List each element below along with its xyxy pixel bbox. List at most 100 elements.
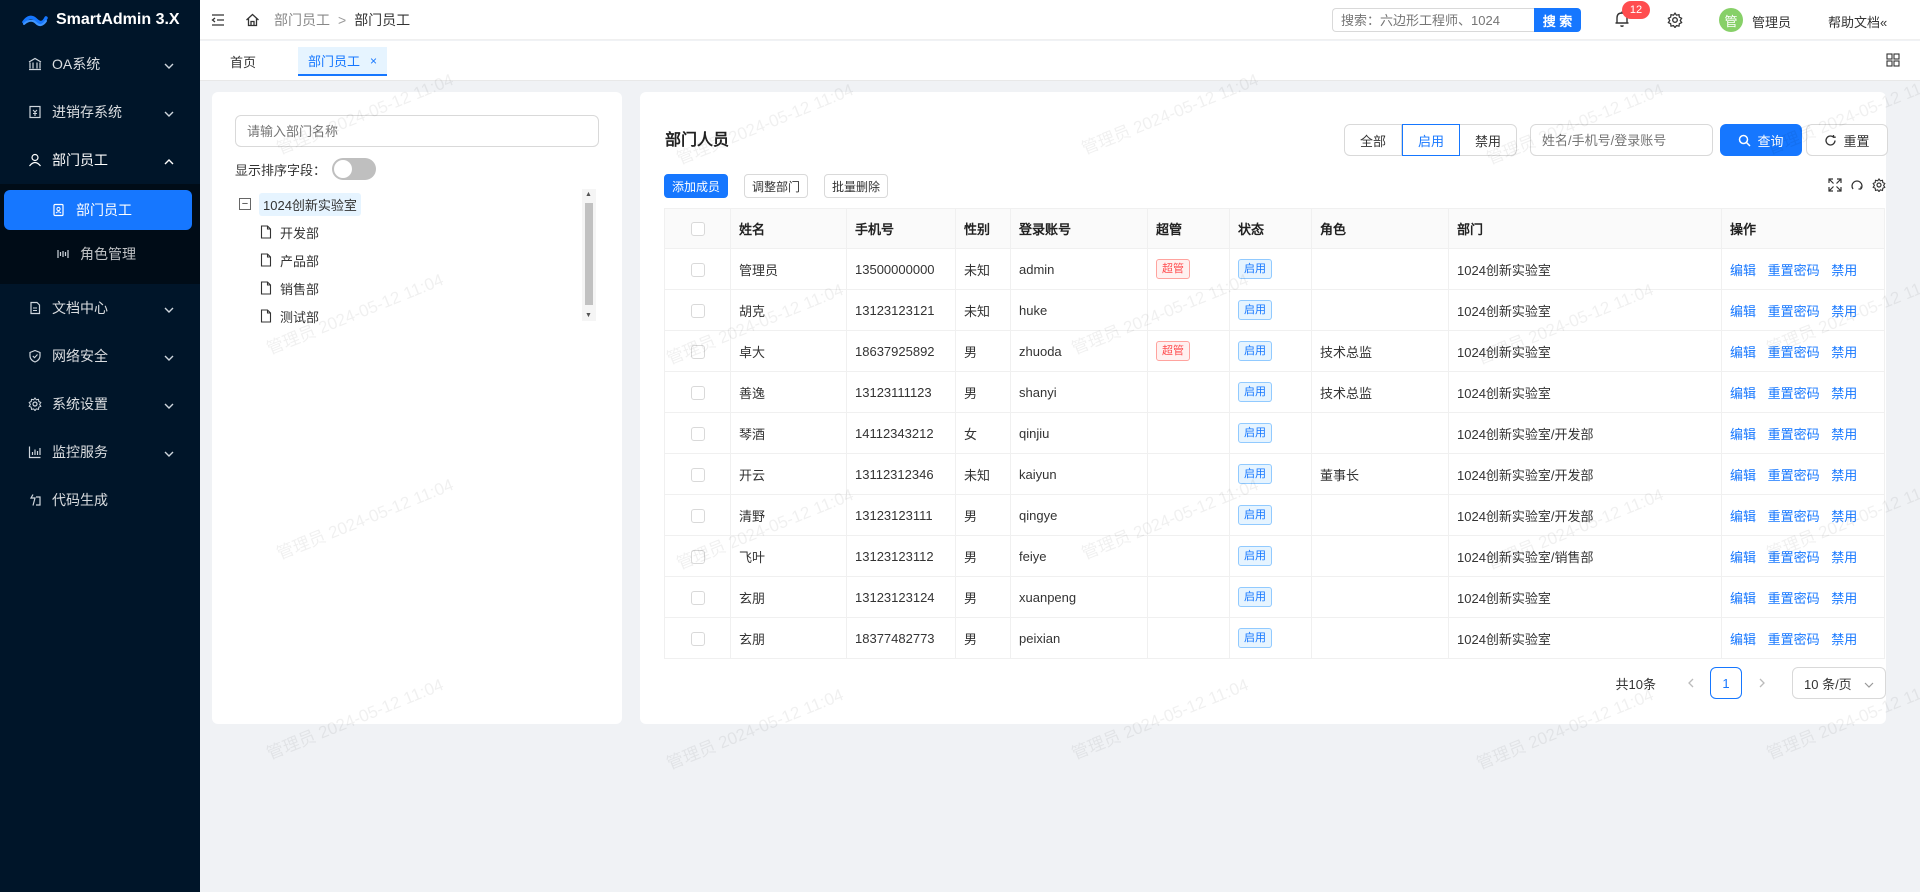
reload-icon[interactable] [1850, 178, 1864, 195]
edit-link[interactable]: 编辑 [1730, 550, 1756, 565]
scroll-up-icon[interactable]: ▲ [585, 191, 592, 198]
reset-password-link[interactable]: 重置密码 [1768, 509, 1820, 524]
disable-link[interactable]: 禁用 [1831, 427, 1857, 442]
edit-link[interactable]: 编辑 [1730, 591, 1756, 606]
disable-link[interactable]: 禁用 [1831, 263, 1857, 278]
edit-link[interactable]: 编辑 [1730, 345, 1756, 360]
reset-password-link[interactable]: 重置密码 [1768, 591, 1820, 606]
filter-all[interactable]: 全部 [1344, 124, 1403, 156]
row-checkbox[interactable] [690, 262, 705, 277]
cell-gender: 男 [955, 576, 1011, 618]
sidebar-item-monitor[interactable]: 监控服务 [0, 428, 200, 476]
filter-disabled[interactable]: 禁用 [1460, 124, 1518, 156]
reset-password-link[interactable]: 重置密码 [1768, 263, 1820, 278]
row-checkbox[interactable] [690, 303, 705, 318]
chevron-right-icon[interactable] [1750, 671, 1774, 695]
menu-fold-icon[interactable] [210, 12, 226, 28]
gear-icon[interactable] [1667, 12, 1683, 31]
select-all-checkbox[interactable] [690, 222, 705, 237]
sidebar-item-inventory[interactable]: 进销存系统 [0, 88, 200, 136]
setting-icon[interactable] [1872, 178, 1886, 195]
edit-link[interactable]: 编辑 [1730, 468, 1756, 483]
row-checkbox[interactable] [690, 344, 705, 359]
help-docs-link[interactable]: 帮助文档« [1828, 12, 1887, 31]
add-member-button[interactable]: 添加成员 [664, 174, 729, 198]
scroll-down-icon[interactable]: ▼ [585, 312, 592, 319]
row-checkbox[interactable] [690, 508, 705, 523]
sort-field-toggle[interactable] [332, 158, 377, 180]
reset-password-link[interactable]: 重置密码 [1768, 468, 1820, 483]
disable-link[interactable]: 禁用 [1831, 550, 1857, 565]
file-icon [260, 281, 272, 295]
tree-scrollbar[interactable]: ▲ ▼ [582, 189, 596, 321]
reset-password-link[interactable]: 重置密码 [1768, 427, 1820, 442]
query-button[interactable]: 查询 [1720, 124, 1802, 156]
close-icon[interactable]: × [370, 54, 377, 68]
row-checkbox[interactable] [690, 631, 705, 646]
adjust-dept-button[interactable]: 调整部门 [744, 174, 809, 198]
row-checkbox[interactable] [690, 467, 705, 482]
global-search-input[interactable] [1332, 8, 1534, 32]
sidebar-item-settings[interactable]: 系统设置 [0, 380, 200, 428]
safety-icon [28, 349, 42, 363]
sidebar-subitem-dept-staff[interactable]: 部门员工 [4, 190, 192, 230]
app-logo[interactable]: SmartAdmin 3.X [0, 0, 200, 40]
row-checkbox[interactable] [690, 385, 705, 400]
row-checkbox[interactable] [690, 590, 705, 605]
sidebar-item-docs[interactable]: 文档中心 [0, 284, 200, 332]
global-search-button[interactable]: 搜 索 [1534, 8, 1581, 32]
sidebar-item-label: 监控服务 [52, 444, 108, 460]
chevron-left-icon[interactable] [1678, 671, 1702, 695]
reset-button[interactable]: 重置 [1806, 124, 1888, 156]
sidebar-item-codegen[interactable]: 代码生成 [0, 476, 200, 524]
tree-node[interactable]: 测试部 [239, 302, 599, 330]
tree-node[interactable]: 开发部 [239, 218, 599, 246]
scrollbar-thumb[interactable] [585, 203, 593, 305]
sidebar-item-dept-staff[interactable]: 部门员工 [0, 136, 200, 184]
reset-password-link[interactable]: 重置密码 [1768, 304, 1820, 319]
home-icon[interactable] [244, 12, 260, 28]
reset-password-link[interactable]: 重置密码 [1768, 386, 1820, 401]
edit-link[interactable]: 编辑 [1730, 263, 1756, 278]
sidebar-item-oa[interactable]: OA系统 [0, 40, 200, 88]
tab-dept-staff[interactable]: 部门员工 × [298, 47, 388, 76]
disable-link[interactable]: 禁用 [1831, 304, 1857, 319]
dept-search-input[interactable] [235, 115, 599, 147]
sidebar-subitem-roles[interactable]: 角色管理 [4, 234, 192, 274]
keyword-input[interactable] [1530, 124, 1713, 156]
appstore-icon[interactable] [1886, 53, 1900, 70]
disable-link[interactable]: 禁用 [1831, 632, 1857, 647]
username[interactable]: 管理员 [1752, 12, 1791, 31]
batch-delete-button[interactable]: 批量删除 [824, 174, 889, 198]
disable-link[interactable]: 禁用 [1831, 386, 1857, 401]
reset-password-link[interactable]: 重置密码 [1768, 550, 1820, 565]
edit-link[interactable]: 编辑 [1730, 632, 1756, 647]
edit-link[interactable]: 编辑 [1730, 386, 1756, 401]
row-checkbox[interactable] [690, 549, 705, 564]
edit-link[interactable]: 编辑 [1730, 509, 1756, 524]
row-checkbox[interactable] [690, 426, 705, 441]
disable-link[interactable]: 禁用 [1831, 468, 1857, 483]
page-number[interactable]: 1 [1710, 667, 1742, 699]
minus-square-icon[interactable]: − [239, 198, 251, 210]
avatar[interactable]: 管 [1719, 8, 1743, 32]
disable-link[interactable]: 禁用 [1831, 591, 1857, 606]
disable-link[interactable]: 禁用 [1831, 345, 1857, 360]
sidebar-item-security[interactable]: 网络安全 [0, 332, 200, 380]
reset-password-link[interactable]: 重置密码 [1768, 345, 1820, 360]
tree-node-label: 测试部 [280, 309, 320, 325]
filter-enabled[interactable]: 启用 [1402, 124, 1461, 156]
edit-link[interactable]: 编辑 [1730, 427, 1756, 442]
tab-home[interactable]: 首页 [220, 47, 266, 76]
reset-password-link[interactable]: 重置密码 [1768, 632, 1820, 647]
tree-node-root[interactable]: − 1024创新实验室 [239, 190, 599, 218]
disable-link[interactable]: 禁用 [1831, 509, 1857, 524]
fullscreen-icon[interactable] [1828, 178, 1842, 195]
edit-link[interactable]: 编辑 [1730, 304, 1756, 319]
tree-node[interactable]: 销售部 [239, 274, 599, 302]
cell-gender: 男 [955, 617, 1011, 659]
page-size-select[interactable]: 10 条/页 [1792, 667, 1886, 699]
breadcrumb-item[interactable]: 部门员工 [274, 10, 330, 30]
cell-login: peixian [1010, 617, 1148, 659]
tree-node[interactable]: 产品部 [239, 246, 599, 274]
